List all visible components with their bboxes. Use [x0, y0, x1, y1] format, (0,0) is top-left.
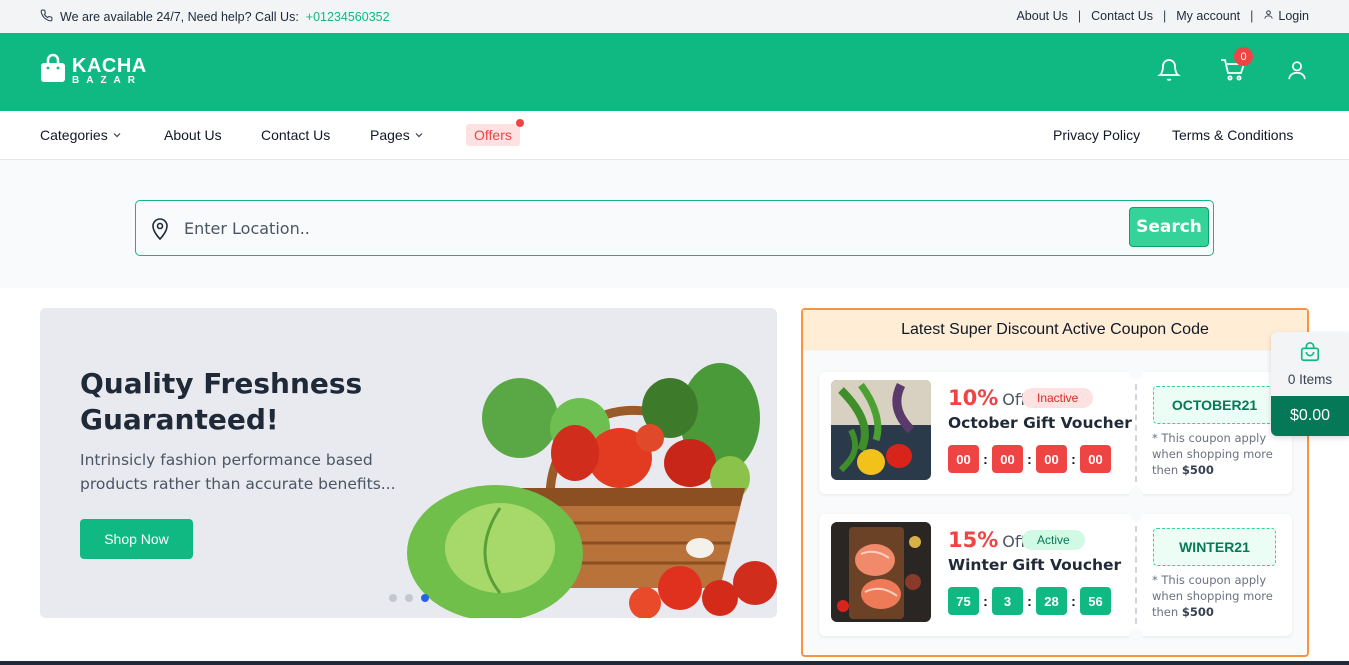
nav-privacy-policy[interactable]: Privacy Policy — [1053, 127, 1140, 143]
cart-button[interactable]: 0 — [1216, 47, 1253, 89]
coupon-card: 15% Off Active Winter Gift Voucher 75 : … — [819, 507, 1292, 643]
coupon-panel-heading: Latest Super Discount Active Coupon Code — [803, 310, 1307, 351]
carousel-dot[interactable] — [405, 594, 413, 602]
help-line: We are available 24/7, Need help? Call U… — [40, 9, 390, 25]
coupon-status-badge: Active — [1022, 530, 1085, 550]
timer-minutes: 28 — [1036, 587, 1067, 615]
main-nav: Categories About Us Contact Us Pages Off… — [0, 111, 1349, 160]
coupon-panel: Latest Super Discount Active Coupon Code… — [801, 308, 1309, 657]
coupon-note: * This coupon apply when shopping more t… — [1152, 573, 1273, 619]
main-header: KACHA BAZAR 0 — [0, 33, 1349, 111]
timer-seconds: 56 — [1080, 587, 1111, 615]
nav-categories[interactable]: Categories — [40, 127, 122, 143]
floating-cart-total: $0.00 — [1271, 396, 1349, 436]
coupon-divider — [1135, 526, 1137, 624]
top-bar: We are available 24/7, Need help? Call U… — [0, 0, 1349, 33]
location-search-section: Search — [0, 160, 1349, 288]
top-link-contact[interactable]: Contact Us — [1091, 9, 1153, 23]
nav-about-label: About Us — [164, 127, 222, 143]
login-link[interactable]: Login — [1263, 9, 1309, 23]
nav-pages-label: Pages — [370, 127, 410, 143]
nav-about[interactable]: About Us — [164, 127, 222, 143]
coupon-minimum: $500 — [1181, 605, 1214, 619]
nav-privacy-label: Privacy Policy — [1053, 127, 1141, 143]
location-input[interactable] — [184, 213, 1084, 243]
nav-offers-label: Offers — [474, 127, 512, 143]
timer-hours: 3 — [992, 587, 1023, 615]
coupon-discount: 10% Off — [948, 386, 1026, 410]
chevron-down-icon — [112, 127, 122, 143]
phone-number[interactable]: +01234560352 — [306, 10, 390, 24]
timer-seconds: 00 — [1080, 445, 1111, 473]
floating-cart[interactable]: 0 Items $0.00 — [1271, 332, 1349, 436]
floating-cart-items: 0 Items — [1287, 372, 1333, 387]
timer-hours: 00 — [992, 445, 1023, 473]
page-bottom-edge — [0, 661, 1349, 665]
coupon-minimum: $500 — [1181, 463, 1214, 477]
carousel-dots — [389, 594, 429, 602]
timer-days: 00 — [948, 445, 979, 473]
coupon-divider — [1135, 384, 1137, 482]
countdown-timer: 75 : 3 : 28 : 56 — [948, 587, 1111, 615]
user-icon — [1286, 58, 1308, 87]
map-pin-icon — [150, 217, 170, 246]
location-search-box: Search — [135, 200, 1214, 256]
coupon-code[interactable]: OCTOBER21 — [1153, 386, 1276, 424]
nav-offers[interactable]: Offers — [466, 119, 524, 146]
cart-count-badge: 0 — [1234, 47, 1253, 66]
login-label: Login — [1278, 9, 1309, 23]
nav-terms[interactable]: Terms & Conditions — [1172, 127, 1293, 143]
nav-terms-label: Terms & Conditions — [1172, 127, 1294, 143]
nav-pages[interactable]: Pages — [370, 127, 424, 143]
coupon-image — [831, 522, 931, 622]
logo-subtext: BAZAR — [72, 74, 142, 86]
coupon-discount: 15% Off — [948, 528, 1026, 552]
carousel-dot-active[interactable] — [421, 594, 429, 602]
top-links: About Us | Contact Us | My account | Log… — [1016, 9, 1309, 23]
top-link-about[interactable]: About Us — [1016, 9, 1067, 23]
bell-icon — [1157, 58, 1181, 87]
logo[interactable]: KACHA BAZAR — [40, 53, 147, 88]
voucher-name: Winter Gift Voucher — [948, 556, 1122, 574]
coupon-card: 10% Off Inactive October Gift Voucher 00… — [819, 365, 1292, 501]
hero-banner: Quality Freshness Guaranteed! Intrinsicl… — [40, 308, 777, 618]
coupon-note: * This coupon apply when shopping more t… — [1152, 431, 1273, 477]
notification-button[interactable] — [1152, 55, 1186, 89]
top-link-my-account[interactable]: My account — [1176, 9, 1240, 23]
voucher-name: October Gift Voucher — [948, 414, 1132, 432]
shopping-bag-icon — [1299, 341, 1321, 366]
search-button[interactable]: Search — [1129, 207, 1209, 247]
carousel-dot[interactable] — [389, 594, 397, 602]
coupon-code[interactable]: WINTER21 — [1153, 528, 1276, 566]
chevron-down-icon — [414, 127, 424, 143]
hero-subtitle: Intrinsicly fashion performance based pr… — [80, 451, 396, 493]
vegetable-basket-image — [400, 348, 777, 618]
hero-title: Quality Freshness Guaranteed! — [80, 367, 363, 436]
shopping-bag-icon — [40, 53, 66, 88]
timer-days: 75 — [948, 587, 979, 615]
offers-notification-dot — [515, 119, 524, 127]
coupon-image — [831, 380, 931, 480]
help-text: We are available 24/7, Need help? Call U… — [60, 10, 299, 24]
discount-percent: 15% — [948, 528, 999, 552]
timer-minutes: 00 — [1036, 445, 1067, 473]
nav-contact-label: Contact Us — [261, 127, 331, 143]
user-icon — [1263, 9, 1274, 23]
account-button[interactable] — [1280, 55, 1314, 89]
nav-categories-label: Categories — [40, 127, 108, 143]
discount-percent: 10% — [948, 386, 999, 410]
coupon-status-badge: Inactive — [1022, 388, 1094, 408]
shop-now-button[interactable]: Shop Now — [80, 519, 193, 559]
nav-contact[interactable]: Contact Us — [261, 127, 330, 143]
phone-icon — [40, 9, 53, 25]
logo-text: KACHA — [72, 54, 147, 77]
countdown-timer: 00 : 00 : 00 : 00 — [948, 445, 1111, 473]
